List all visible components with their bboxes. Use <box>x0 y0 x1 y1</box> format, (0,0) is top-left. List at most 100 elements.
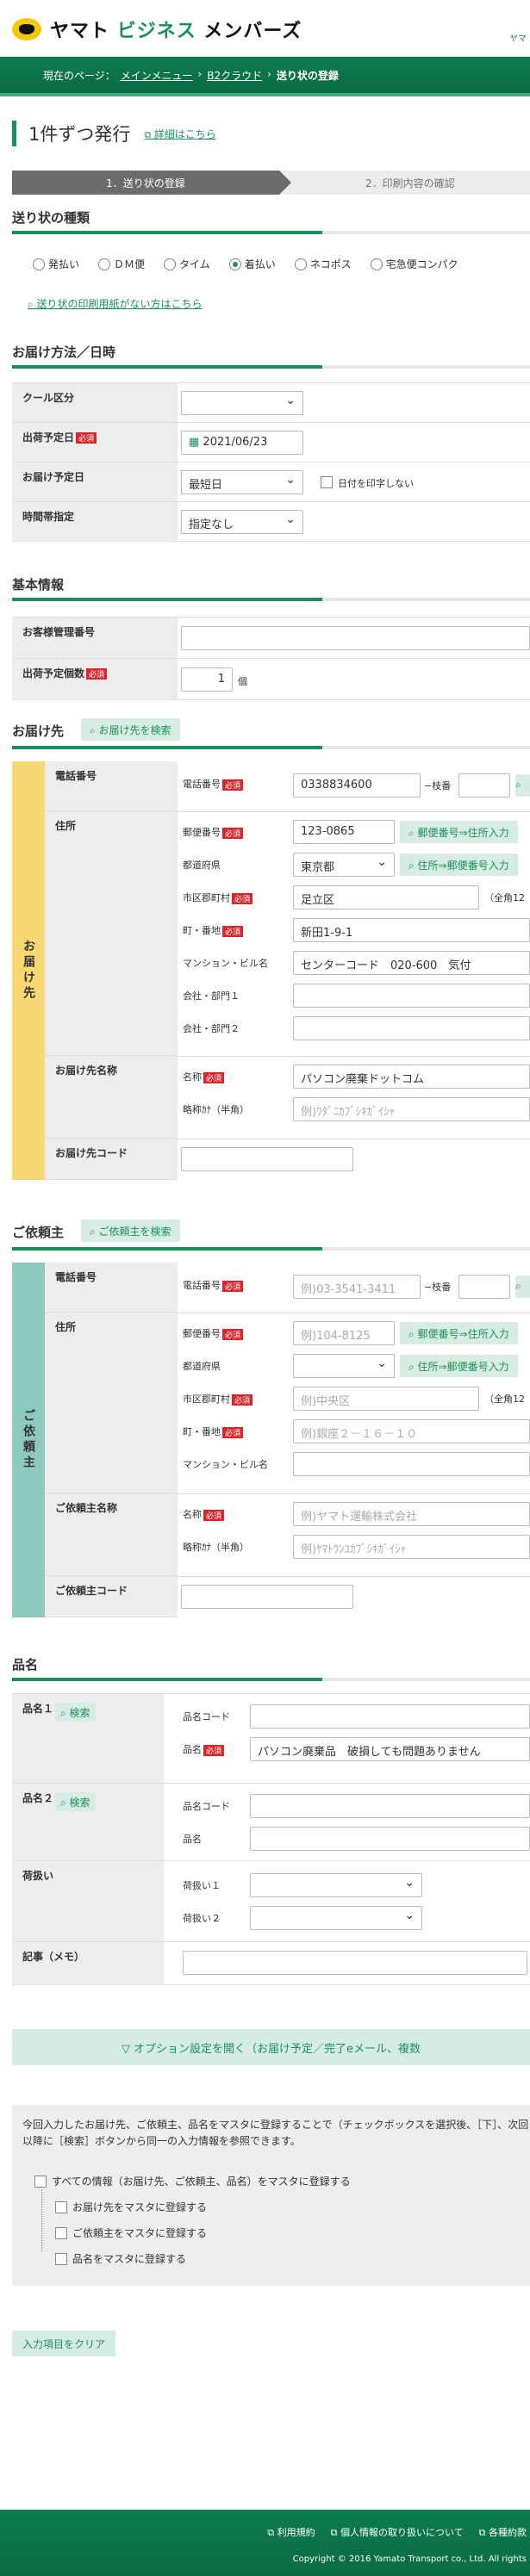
consignee-zip-input[interactable]: 123-0865 <box>293 820 395 844</box>
shipper-phone-input[interactable]: 例)03-3541-3411 <box>293 1275 421 1299</box>
footer-link-terms[interactable]: 利用規約 <box>267 2525 315 2539</box>
item2-search-button[interactable]: 検索 <box>55 1792 96 1811</box>
count-input[interactable]: 1 <box>181 667 233 692</box>
field-label-text: 品名 <box>183 1744 202 1755</box>
section-title-item: 品名 <box>12 1657 39 1673</box>
ship-date-input[interactable]: ▦ 2021/06/23 <box>181 431 303 455</box>
step-register: 1．送り状の登録 <box>12 171 291 195</box>
cool-select[interactable] <box>181 391 303 415</box>
radio-time[interactable]: タイム <box>164 257 210 271</box>
shipper-pref-select[interactable] <box>293 1354 395 1378</box>
item1-name-input[interactable]: パソコン廃棄品 破損しても問題ありません <box>250 1737 530 1761</box>
label-consignee-code: お届け先コード <box>45 1139 178 1180</box>
item2-name-input[interactable] <box>250 1827 530 1851</box>
header-right-link[interactable]: ヤマ <box>509 31 527 44</box>
time-select[interactable]: 指定なし <box>181 510 303 534</box>
delivery-table: クール区分 出荷予定日必須 ▦ 2021/06/23 お届け予定日 最短日 日付… <box>12 382 530 553</box>
radio-chakubarai[interactable]: 着払い <box>228 257 276 271</box>
customer-no-input[interactable] <box>181 626 530 650</box>
register-consignee-checkbox[interactable]: お届け先をマスタに登録する <box>55 2200 207 2214</box>
required-badge: 必須 <box>222 925 244 937</box>
section-underline <box>12 231 530 234</box>
item1-code-input[interactable] <box>250 1704 530 1729</box>
checkbox-label: すべての情報（お届け先、ご依頼主、品名）をマスタに登録する <box>52 2176 351 2188</box>
clear-inputs-button[interactable]: 入力項目をクリア <box>12 2331 116 2356</box>
yamato-logo[interactable]: ヤマト ビジネス メンバーズ <box>12 16 302 43</box>
delivery-date-select[interactable]: 最短日 <box>181 470 303 494</box>
ship-date-value: 2021/06/23 <box>203 436 268 449</box>
field-label-text: 市区郡町村 <box>183 1394 230 1405</box>
handling2-select[interactable] <box>250 1906 422 1930</box>
radio-hatsubarai[interactable]: 発払い <box>33 257 79 271</box>
footer-link-clauses[interactable]: 各種約款 <box>479 2525 527 2539</box>
field-label: 都道府県 <box>183 1361 221 1372</box>
required-badge: 必須 <box>232 892 253 904</box>
label-time: 時間帯指定 <box>12 502 178 541</box>
row-handling: 荷扱い 荷扱い１ 荷扱い２ <box>12 1861 530 1942</box>
field-label: 品名 <box>183 1834 202 1845</box>
register-shipper-checkbox[interactable]: ご依頼主をマスタに登録する <box>55 2225 207 2240</box>
consignee-pref-select[interactable]: 東京都 <box>293 853 395 877</box>
radio-dm[interactable]: ＤＭ便 <box>98 257 145 271</box>
item1-search-button[interactable]: 検索 <box>55 1703 96 1722</box>
consignee-address-to-zip-button[interactable]: 住所⇒郵便番号入力 <box>400 853 518 876</box>
section-underline <box>12 1678 530 1681</box>
consignee-search-button[interactable]: お届け先を検索 <box>81 718 180 741</box>
consignee-dept2-input[interactable] <box>293 1016 530 1040</box>
shipper-address-to-zip-button[interactable]: 住所⇒郵便番号入力 <box>400 1355 518 1377</box>
consignee-kana-input[interactable]: 例)ﾜﾀﾞﾆｶﾌﾞｼｷｶﾞｲｼｬ <box>293 1097 530 1121</box>
footer-link-privacy[interactable]: 個人情報の取り扱いについて <box>331 2525 464 2539</box>
branch-label: −枝番 <box>424 780 452 791</box>
shipper-name-input[interactable]: 例)ヤマト運輸株式会社 <box>293 1502 530 1526</box>
consignee-phone-input[interactable]: 0338834600 <box>293 773 421 798</box>
required-badge: 必須 <box>222 1280 244 1292</box>
memo-input[interactable] <box>183 1951 527 1975</box>
logo-brand-a: ヤマト <box>50 21 110 42</box>
consignee-name-input[interactable]: パソコン廃棄ドットコム <box>293 1065 530 1089</box>
row-item1: 品名１ 検索 品名コード 品名必須 パソコン廃棄品 破損しても問題ありません <box>12 1694 530 1784</box>
consignee-building-input[interactable]: センターコード 020-600 気付 <box>293 951 530 975</box>
field-label-text: 町・番地 <box>183 925 221 936</box>
required-badge: 必須 <box>203 1744 225 1756</box>
register-item-checkbox[interactable]: 品名をマスタに登録する <box>55 2251 186 2266</box>
master-description: 今回入力したお届け先、ご依頼主、品名をマスタに登録することで（チェックボックスを… <box>22 2119 529 2147</box>
handling1-select[interactable] <box>250 1873 422 1897</box>
shipper-building-input[interactable] <box>293 1452 530 1476</box>
consignee-branch-input[interactable] <box>458 773 510 798</box>
slip-type-radio-group: 発払い ＤＭ便 タイム 着払い ネコポス 宅急便コンパク <box>33 257 458 271</box>
consignee-code-input[interactable] <box>181 1147 353 1171</box>
consignee-city-input[interactable]: 足立区 <box>293 885 479 909</box>
breadcrumb-b2cloud[interactable]: B2クラウド <box>207 68 262 83</box>
radio-circle-icon <box>33 258 45 270</box>
register-all-checkbox[interactable]: すべての情報（お届け先、ご依頼主、品名）をマスタに登録する <box>34 2174 351 2188</box>
radio-compact[interactable]: 宅急便コンパク <box>370 257 458 271</box>
radio-nekopos[interactable]: ネコポス <box>294 257 352 271</box>
consignee-phone-search-button[interactable] <box>515 774 530 797</box>
section-title-delivery: お届け方法／日時 <box>12 345 116 360</box>
no-paper-link[interactable]: 送り状の印刷用紙がない方はこちら <box>28 296 203 311</box>
shipper-zip-input[interactable]: 例)104-8125 <box>293 1321 395 1345</box>
breadcrumb-main-menu[interactable]: メインメニュー <box>121 68 193 83</box>
shipper-search-button[interactable]: ご依頼主を検索 <box>81 1220 180 1242</box>
shipper-zip-to-address-button[interactable]: 郵便番号⇒住所入力 <box>400 1322 518 1344</box>
section-underline <box>12 1247 530 1251</box>
item2-code-input[interactable] <box>250 1794 530 1818</box>
consignee-town-input[interactable]: 新田1-9-1 <box>293 918 530 942</box>
field-label: 郵便番号 必須 <box>183 1326 244 1340</box>
shipper-phone-search-button[interactable] <box>515 1276 530 1298</box>
no-print-date-checkbox[interactable] <box>321 476 333 488</box>
shipper-table: ご依頼主 電話番号 電話番号必須 例)03-3541-3411 −枝番 住所 郵… <box>12 1263 530 1617</box>
shipper-code-input[interactable] <box>181 1585 353 1609</box>
consignee-dept1-input[interactable] <box>293 984 530 1008</box>
shipper-kana-input[interactable]: 例)ﾔﾏﾄｳﾝﾕｶﾌﾞｼｷｶﾞｲｼｬ <box>293 1535 530 1559</box>
label-cool: クール区分 <box>12 383 178 422</box>
label-shipper-name: ご依頼主名称 <box>45 1493 178 1576</box>
detail-link[interactable]: 詳細はこちら <box>144 127 216 141</box>
options-toggle-bar[interactable]: ▽ オプション設定を開く（お届け予定／完了eメール、複数 <box>12 2029 530 2065</box>
consignee-zip-to-address-button[interactable]: 郵便番号⇒住所入力 <box>400 821 518 843</box>
field-label: 会社・部門２ <box>183 1023 240 1034</box>
shipper-town-input[interactable]: 例)銀座２－１６－１０ <box>293 1419 530 1443</box>
checkbox-icon <box>55 2226 67 2239</box>
shipper-city-input[interactable]: 例)中央区 <box>293 1387 479 1411</box>
shipper-branch-input[interactable] <box>458 1275 510 1299</box>
